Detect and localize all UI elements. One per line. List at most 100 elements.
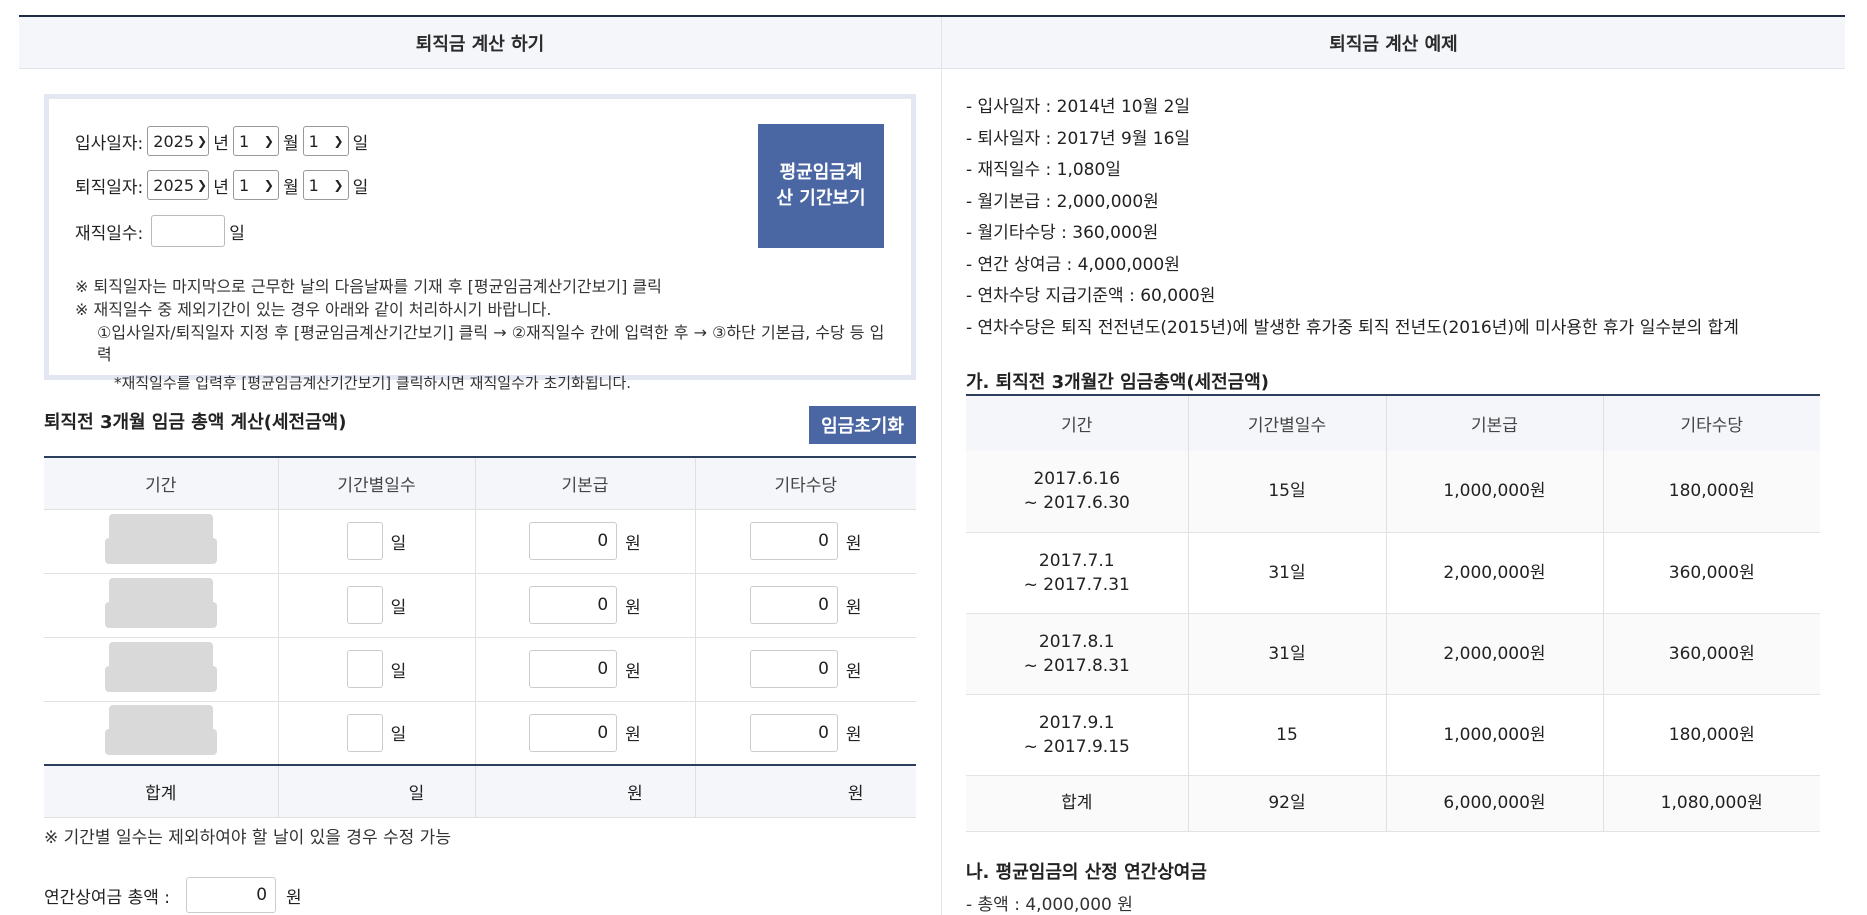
day-unit: 일 — [352, 133, 369, 154]
period-placeholder — [104, 705, 217, 756]
month-unit: 월 — [282, 177, 299, 198]
days-input[interactable] — [346, 586, 383, 624]
list-item: - 연차수당 지급기준액 : 60,000원 — [966, 286, 1216, 306]
period-cell: 2017.8.1 ~ 2017.8.31 — [966, 613, 1189, 695]
leave-day-select[interactable]: 1 ❯ — [302, 170, 349, 200]
period-start: 2017.9.1 — [1038, 712, 1115, 733]
days-input[interactable] — [346, 650, 383, 688]
base-cell: 2,000,000원 — [1386, 613, 1604, 695]
list-item: - 퇴사일자 : 2017년 9월 16일 — [966, 128, 1191, 149]
days-cell: 31일 — [1188, 532, 1387, 614]
note-leave-date: ※ 퇴직일자는 마지막으로 근무한 날의 다음날짜를 기재 후 [평균임금계산기… — [75, 277, 662, 296]
leave-month-select[interactable]: 1 ❯ — [232, 170, 279, 200]
sum-other: 1,080,000원 — [1603, 775, 1820, 832]
avg-wage-period-button[interactable]: 평균임금계산 기간보기 — [758, 124, 884, 248]
day-unit: 일 — [352, 177, 369, 198]
base-pay-input[interactable]: 0 — [529, 650, 618, 688]
won-unit: 원 — [625, 661, 641, 682]
table-row: 2017.6.16 ~ 2017.6.30 15일 1,000,000원 180,… — [966, 451, 1820, 533]
sum-row: 합계 일 원 원 — [44, 764, 916, 818]
days-cell: 15 — [1188, 694, 1387, 776]
chevron-down-icon: ❯ — [263, 178, 274, 192]
days-cell: 31일 — [1188, 613, 1387, 695]
other-allowance-input[interactable]: 0 — [749, 586, 838, 624]
year-unit: 년 — [213, 177, 229, 198]
won-unit: 원 — [845, 725, 862, 746]
period-start: 2017.8.1 — [1038, 631, 1115, 652]
header-days: 기간별일수 — [278, 457, 476, 510]
bonus-label: 연간상여금 총액 : — [44, 887, 171, 908]
sum-other: 원 — [695, 764, 916, 818]
period-start: 2017.6.16 — [1033, 469, 1121, 490]
note-exclusion: ※ 재직일수 중 제외기간이 있는 경우 아래와 같이 처리하시기 바랍니다. — [75, 300, 552, 319]
table-row: 일 0원 0원 — [44, 637, 916, 702]
leave-date-label: 퇴직일자: — [75, 177, 144, 198]
period-cell: 2017.9.1 ~ 2017.9.15 — [966, 694, 1189, 776]
sum-days: 92일 — [1188, 775, 1387, 832]
other-allowance-input[interactable]: 0 — [749, 522, 838, 560]
bonus-input[interactable]: 0 — [186, 877, 277, 913]
other-allowance-input[interactable]: 0 — [749, 650, 838, 688]
bonus-total-line: - 총액 : 4,000,000 원 — [966, 895, 1133, 915]
period-end: ~ 2017.8.31 — [1023, 655, 1130, 676]
header-other: 기타수당 — [695, 457, 916, 510]
join-year-value: 2025 — [153, 131, 195, 151]
table-row: 일 0원 0원 — [44, 573, 916, 638]
sum-base: 원 — [475, 764, 696, 818]
chevron-down-icon: ❯ — [333, 178, 344, 192]
table-header-row: 기간 기간별일수 기본급 기타수당 — [44, 457, 916, 510]
header-period: 기간 — [966, 395, 1189, 451]
work-days-row: 재직일수: 일 — [75, 215, 245, 247]
sum-days: 일 — [278, 764, 476, 818]
period-cell: 2017.6.16 ~ 2017.6.30 — [966, 451, 1189, 533]
join-year-select[interactable]: 2025 ❯ — [147, 126, 210, 156]
join-month-select[interactable]: 1 ❯ — [232, 126, 279, 156]
date-form-box: 입사일자: 2025 ❯ 년 1 ❯ 월 1 ❯ 일 퇴직일자: 2025 ❯ 년 1 ❯… — [44, 94, 916, 380]
example-wage-table: 기간 기간별일수 기본급 기타수당 2017.6.16 ~ 2017.6.30 1… — [966, 394, 1820, 832]
period-placeholder — [104, 577, 217, 628]
table-header-row: 기간 기간별일수 기본급 기타수당 — [966, 395, 1820, 451]
period-placeholder — [104, 641, 217, 692]
bonus-row: 연간상여금 총액 : 0 원 — [44, 877, 302, 913]
days-unit: 일 — [390, 725, 407, 746]
chevron-down-icon: ❯ — [197, 134, 208, 148]
leave-year-select[interactable]: 2025 ❯ — [147, 170, 210, 200]
table-row: 2017.9.1 ~ 2017.9.15 15 1,000,000원 180,00… — [966, 694, 1820, 776]
sum-base: 6,000,000원 — [1386, 775, 1604, 832]
sum-label: 합계 — [44, 764, 279, 818]
won-unit: 원 — [845, 597, 862, 618]
days-input[interactable] — [346, 522, 383, 560]
join-day-value: 1 — [308, 131, 319, 151]
won-unit: 원 — [845, 533, 862, 554]
bonus-unit: 원 — [286, 887, 302, 908]
list-item: - 연차수당은 퇴직 전전년도(2015년)에 발생한 휴가중 퇴직 전년도(2… — [966, 317, 1739, 338]
base-pay-input[interactable]: 0 — [529, 522, 618, 560]
days-input[interactable] — [346, 713, 383, 752]
panel-divider — [941, 17, 942, 915]
join-month-value: 1 — [238, 131, 250, 151]
other-cell: 360,000원 — [1603, 613, 1820, 695]
base-pay-input[interactable]: 0 — [529, 586, 618, 624]
other-allowance-input[interactable]: 0 — [749, 713, 838, 752]
other-cell: 360,000원 — [1603, 532, 1820, 614]
base-cell: 1,000,000원 — [1386, 694, 1604, 776]
won-unit: 원 — [625, 597, 641, 618]
table-row: 일 0원 0원 — [44, 701, 916, 766]
list-item: - 월기본급 : 2,000,000원 — [966, 191, 1159, 212]
wage-reset-button[interactable]: 임금초기화 — [809, 406, 916, 444]
avg-wage-period-button-label: 평균임금계산 기간보기 — [776, 162, 866, 209]
days-unit: 일 — [390, 597, 407, 618]
base-cell: 1,000,000원 — [1386, 451, 1604, 533]
leave-date-row: 퇴직일자: 2025 ❯ 년 1 ❯ 월 1 ❯ 일 — [75, 170, 368, 200]
days-unit: 일 — [390, 533, 407, 554]
note-days-editable: ※ 기간별 일수는 제외하여야 할 날이 있을 경우 수정 가능 — [44, 828, 451, 848]
base-pay-input[interactable]: 0 — [529, 713, 618, 752]
leave-day-value: 1 — [308, 175, 319, 195]
header-other: 기타수당 — [1603, 395, 1820, 451]
right-panel-title: 퇴직금 계산 예제 — [942, 17, 1845, 69]
work-days-input[interactable] — [151, 215, 226, 247]
join-day-select[interactable]: 1 ❯ — [302, 126, 349, 156]
days-cell: 15일 — [1188, 451, 1387, 533]
won-unit: 원 — [845, 661, 862, 682]
list-item: - 연간 상여금 : 4,000,000원 — [966, 254, 1180, 275]
